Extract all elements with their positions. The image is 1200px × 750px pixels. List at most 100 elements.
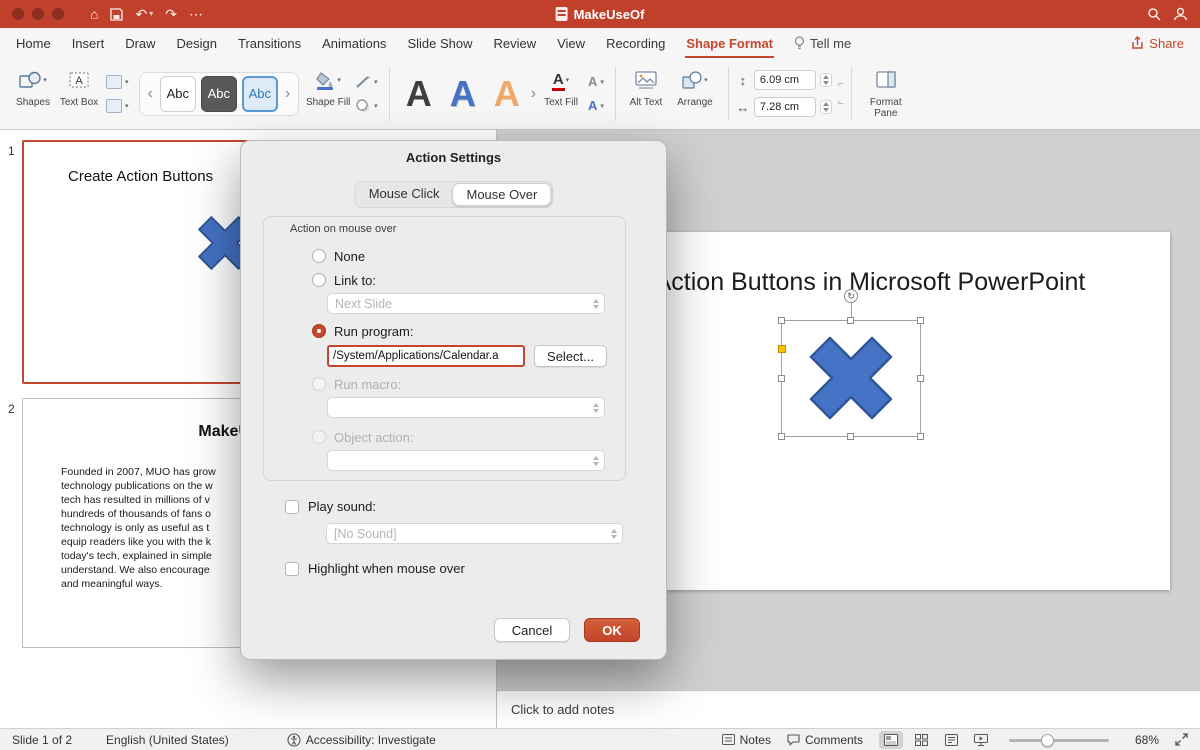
tab-recording[interactable]: Recording xyxy=(606,36,665,51)
ok-button[interactable]: OK xyxy=(584,618,640,642)
wordart-style-option-3[interactable]: A xyxy=(485,76,529,112)
accessibility-button[interactable]: Accessibility: Investigate xyxy=(287,733,436,747)
play-sound-checkbox[interactable]: Play sound: xyxy=(285,499,376,514)
select-program-button[interactable]: Select... xyxy=(534,345,607,367)
tab-home[interactable]: Home xyxy=(16,36,51,51)
width-stepper[interactable] xyxy=(820,100,832,114)
ribbon-tab-bar: Home Insert Draw Design Transitions Anim… xyxy=(0,28,1200,58)
shape-style-option-2[interactable]: Abc xyxy=(201,76,237,112)
lightbulb-icon xyxy=(794,36,805,50)
slideshow-view-button[interactable] xyxy=(969,731,993,749)
wordart-style-option-2[interactable]: A xyxy=(441,76,485,112)
undo-button[interactable]: ↶▾ xyxy=(135,7,153,21)
alt-text-button[interactable]: Alt Text xyxy=(623,65,669,123)
shapes-caret-icon: ▾ xyxy=(43,76,47,84)
shape-effects-button[interactable]: ▾ xyxy=(355,98,378,114)
minimize-window-button[interactable] xyxy=(32,8,44,20)
zoom-window-button[interactable] xyxy=(52,8,64,20)
highlight-checkbox[interactable]: Highlight when mouse over xyxy=(285,561,465,576)
toolbar-more-icon[interactable]: ⋯ xyxy=(189,7,203,21)
undo-caret-icon[interactable]: ▾ xyxy=(149,10,153,18)
home-icon[interactable]: ⌂ xyxy=(90,7,98,21)
resize-handle-ne[interactable] xyxy=(917,317,924,324)
save-icon[interactable] xyxy=(110,8,123,21)
language-button[interactable]: English (United States) xyxy=(106,733,229,747)
redo-icon[interactable]: ↷ xyxy=(165,7,177,21)
tab-review[interactable]: Review xyxy=(493,36,536,51)
style-gallery-next-icon[interactable]: › xyxy=(283,85,292,103)
thumbnail-body-line: today's tech, explained in simple xyxy=(61,549,216,563)
shapes-button[interactable]: ▾ Shapes xyxy=(10,65,56,123)
tab-slide-show[interactable]: Slide Show xyxy=(407,36,472,51)
shape-style-option-3-selected[interactable]: Abc xyxy=(242,76,278,112)
fit-to-window-icon[interactable] xyxy=(1175,733,1188,746)
text-effects-button[interactable]: A▾ xyxy=(588,98,604,114)
wordart-style-option-1[interactable]: A xyxy=(397,76,441,112)
action-button-shape[interactable] xyxy=(803,330,899,426)
normal-view-button[interactable] xyxy=(879,731,903,749)
tab-shape-format[interactable]: Shape Format xyxy=(686,36,773,51)
shape-width-input[interactable] xyxy=(754,97,816,117)
shape-selection-box[interactable]: ↻ xyxy=(781,320,921,437)
zoom-slider[interactable] xyxy=(1009,733,1109,747)
shape-style-option-1[interactable]: Abc xyxy=(160,76,196,112)
radio-none[interactable]: None xyxy=(312,245,607,267)
reading-view-button[interactable] xyxy=(939,731,963,749)
height-stepper[interactable] xyxy=(820,73,832,87)
resize-handle-w[interactable] xyxy=(778,375,785,382)
resize-handle-nw[interactable] xyxy=(778,317,785,324)
radio-run-program[interactable]: Run program: xyxy=(312,320,607,342)
text-box-button[interactable]: A Text Box xyxy=(56,65,102,123)
notes-toggle-button[interactable]: Notes xyxy=(722,733,771,747)
program-path-input[interactable] xyxy=(327,345,525,367)
cancel-button[interactable]: Cancel xyxy=(494,618,570,642)
tab-insert[interactable]: Insert xyxy=(72,36,105,51)
accessibility-icon xyxy=(287,733,301,747)
merge-shapes-dropdown[interactable]: ▾ xyxy=(106,98,129,114)
ribbon: ▾ Shapes A Text Box ▾ ▾ ‹ Abc Abc Abc › … xyxy=(0,58,1200,130)
tab-mouse-click[interactable]: Mouse Click xyxy=(356,183,453,206)
rotation-handle[interactable]: ↻ xyxy=(844,289,858,303)
shape-height-input[interactable] xyxy=(754,70,816,90)
action-on-mouse-over-group: Action on mouse over None Link to: Next … xyxy=(263,216,626,481)
notes-placeholder[interactable]: Click to add notes xyxy=(511,702,614,717)
alt-text-group: Alt Text xyxy=(623,65,669,123)
arrange-button[interactable]: ▾ Arrange xyxy=(669,65,721,123)
tab-transitions[interactable]: Transitions xyxy=(238,36,301,51)
wordart-gallery-more-icon[interactable]: › xyxy=(529,85,538,103)
resize-handle-e[interactable] xyxy=(917,375,924,382)
comments-toggle-button[interactable]: Comments xyxy=(787,733,863,747)
tab-animations[interactable]: Animations xyxy=(322,36,386,51)
notes-pane[interactable]: Click to add notes xyxy=(497,690,1200,728)
tab-design[interactable]: Design xyxy=(177,36,217,51)
text-box-icon: A xyxy=(69,71,89,89)
search-icon[interactable] xyxy=(1147,7,1161,21)
tell-me-button[interactable]: Tell me xyxy=(794,36,851,51)
resize-handle-se[interactable] xyxy=(917,433,924,440)
text-outline-button[interactable]: A▾ xyxy=(588,74,604,90)
radio-link-to[interactable]: Link to: xyxy=(312,269,607,291)
style-gallery-prev-icon[interactable]: ‹ xyxy=(146,85,155,103)
text-fill-button[interactable]: A▾ Text Fill xyxy=(538,65,584,123)
shape-adjust-handle[interactable] xyxy=(778,345,786,353)
slide-sorter-view-button[interactable] xyxy=(909,731,933,749)
zoom-thumb[interactable] xyxy=(1041,734,1054,747)
share-button[interactable]: Share xyxy=(1131,36,1184,51)
alt-text-label: Alt Text xyxy=(630,97,663,109)
resize-handle-s[interactable] xyxy=(847,433,854,440)
account-icon[interactable] xyxy=(1173,7,1188,21)
link-to-select: Next Slide xyxy=(327,293,605,314)
shape-outline-button[interactable]: ▾ xyxy=(355,74,378,90)
shape-fill-button[interactable]: ▾ Shape Fill xyxy=(305,65,351,123)
tab-view[interactable]: View xyxy=(557,36,585,51)
close-window-button[interactable] xyxy=(12,8,24,20)
view-switcher xyxy=(879,731,993,749)
tab-mouse-over[interactable]: Mouse Over xyxy=(452,183,551,206)
tab-draw[interactable]: Draw xyxy=(125,36,155,51)
resize-handle-sw[interactable] xyxy=(778,433,785,440)
shape-fill-label: Shape Fill xyxy=(306,97,350,109)
resize-handle-n[interactable] xyxy=(847,317,854,324)
shapes-label: Shapes xyxy=(16,97,50,109)
quick-shape-dropdown[interactable]: ▾ xyxy=(106,74,129,90)
format-pane-button[interactable]: Format Pane xyxy=(859,65,913,123)
